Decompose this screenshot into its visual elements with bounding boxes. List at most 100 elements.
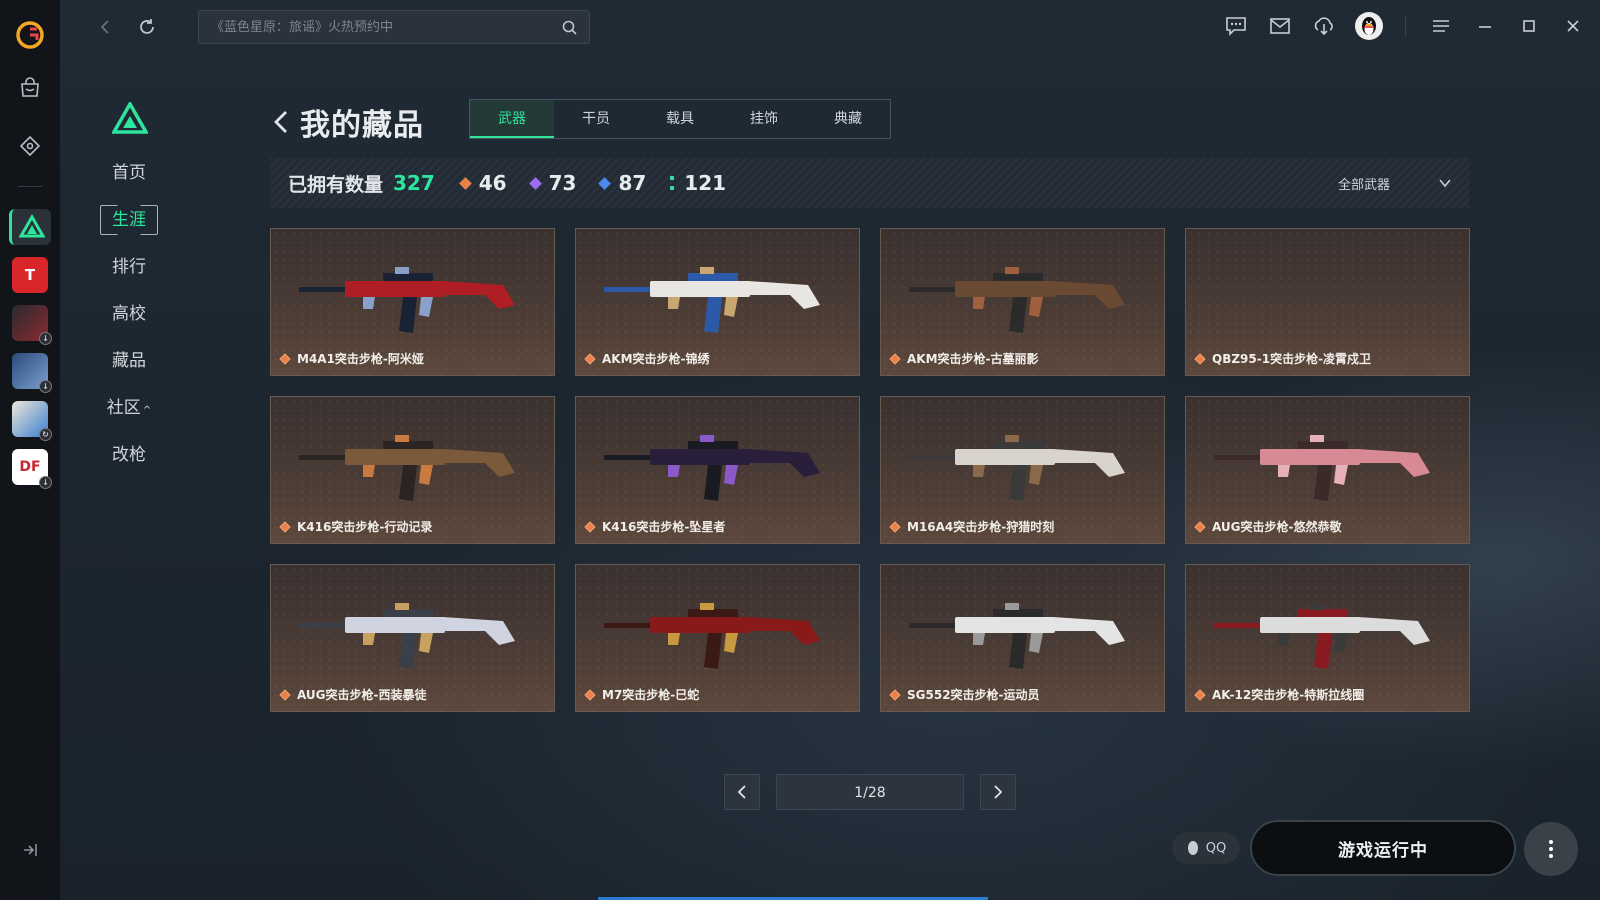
nav-item-collection[interactable]: 藏品: [100, 346, 158, 376]
weapon-card[interactable]: M7突击步枪-巳蛇: [575, 564, 860, 712]
weapon-name: M4A1突击步枪-阿米娅: [297, 352, 424, 366]
rarity-diamond-icon: [584, 688, 596, 701]
weapon-name-row: QBZ95-1突击步枪-凌霄戍卫: [1194, 350, 1372, 367]
rifle-icon: [299, 435, 515, 501]
store-icon[interactable]: [10, 68, 50, 108]
rifle-icon: [909, 267, 1125, 333]
game-mech[interactable]: ↓: [12, 305, 52, 345]
game-delta-force[interactable]: [9, 209, 51, 245]
weapon-card[interactable]: AUG突击步枪-悠然恭敬: [1185, 396, 1470, 544]
rifle-icon: [909, 603, 1125, 669]
weapon-card[interactable]: AUG突击步枪-西装暴徒: [270, 564, 555, 712]
close-button[interactable]: [1560, 13, 1586, 39]
user-avatar[interactable]: [1355, 12, 1383, 40]
weapon-name: QBZ95-1突击步枪-凌霄戍卫: [1212, 352, 1372, 366]
nav-item-ranking[interactable]: 排行: [100, 252, 158, 282]
rarity-diamond-icon: [1194, 688, 1206, 701]
nav-item-career[interactable]: 生涯: [100, 205, 158, 235]
delta-force-logo-icon: [112, 102, 148, 134]
back-arrow-icon[interactable]: [272, 109, 290, 135]
weapon-card[interactable]: M4A1突击步枪-阿米娅: [270, 228, 555, 376]
nav-item-home[interactable]: 首页: [100, 158, 158, 188]
next-page-button[interactable]: [980, 774, 1016, 810]
page-indicator: 1/28: [776, 774, 964, 810]
weapon-card[interactable]: SG552突击步枪-运动员: [880, 564, 1165, 712]
game-running-button[interactable]: 游戏运行中: [1250, 820, 1516, 876]
weapon-card[interactable]: AKM突击步枪-古墓丽影: [880, 228, 1165, 376]
dots-green-icon: [670, 176, 675, 190]
game-df[interactable]: DF ↓: [12, 449, 52, 489]
weapon-filter-dropdown[interactable]: 全部武器: [1338, 158, 1452, 208]
rifle-icon: [299, 603, 515, 669]
tab-charms[interactable]: 挂饰: [722, 100, 806, 138]
weapon-name-row: AUG突击步枪-西装暴徒: [279, 686, 427, 703]
tier-blue-count: 87: [598, 171, 646, 195]
download-button[interactable]: [1311, 13, 1337, 39]
top-actions: [1223, 12, 1586, 40]
rifle-icon: [604, 435, 820, 501]
weapon-card[interactable]: QBZ95-1突击步枪-凌霄戍卫: [1185, 228, 1470, 376]
tier-purple-count: 73: [528, 171, 576, 195]
weapon-name-row: M16A4突击步枪-狩猎时刻: [889, 518, 1055, 535]
nav-item-gun-mod[interactable]: 改枪: [100, 440, 158, 470]
weapon-card[interactable]: M16A4突击步枪-狩猎时刻: [880, 396, 1165, 544]
category-tabs: 武器 干员 载具 挂饰 典藏: [469, 99, 891, 139]
weapon-card[interactable]: K416突击步枪-坠星者: [575, 396, 860, 544]
owned-count-total: 327: [393, 171, 435, 195]
nav-item-community[interactable]: 社区 ^: [100, 393, 158, 423]
rarity-diamond-icon: [279, 688, 291, 701]
prev-page-button[interactable]: [724, 774, 760, 810]
tab-weapons[interactable]: 武器: [470, 100, 554, 138]
maximize-button[interactable]: [1516, 13, 1542, 39]
refresh-button[interactable]: [132, 12, 162, 42]
weapon-name: AK-12突击步枪-特斯拉线圈: [1212, 688, 1365, 702]
minimize-icon: [1479, 26, 1491, 28]
weapon-name: M16A4突击步枪-狩猎时刻: [907, 520, 1055, 534]
download-badge-icon: ↓: [39, 476, 52, 489]
back-button[interactable]: [90, 12, 120, 42]
app-rail: T ↓ ↓ ↻ DF ↓: [0, 0, 60, 900]
app-logo-icon[interactable]: [15, 20, 45, 50]
download-badge-icon: ↓: [39, 332, 52, 345]
chat-button[interactable]: [1223, 13, 1249, 39]
more-options-button[interactable]: [1524, 822, 1578, 876]
rarity-diamond-icon: [279, 352, 291, 365]
diamond-orange-icon: [458, 176, 472, 190]
weapon-card[interactable]: AKM突击步枪-锦绣: [575, 228, 860, 376]
rarity-diamond-icon: [584, 520, 596, 533]
owned-count-label: 已拥有数量: [288, 173, 384, 196]
weapon-name-row: SG552突击步枪-运动员: [889, 686, 1040, 703]
search-input[interactable]: [211, 19, 562, 35]
tag-icon[interactable]: [10, 126, 50, 166]
weapon-card[interactable]: K416突击步枪-行动记录: [270, 396, 555, 544]
weapon-card[interactable]: AK-12突击步枪-特斯拉线圈: [1185, 564, 1470, 712]
tab-vehicles[interactable]: 载具: [638, 100, 722, 138]
rifle-icon: [909, 435, 1125, 501]
weapon-name: SG552突击步枪-运动员: [907, 688, 1040, 702]
tier-green-value: 121: [684, 171, 727, 195]
minimize-button[interactable]: [1472, 13, 1498, 39]
game-blue[interactable]: ↓: [12, 353, 52, 393]
nav-item-college[interactable]: 高校: [100, 299, 158, 329]
menu-button[interactable]: [1428, 13, 1454, 39]
tab-collection[interactable]: 典藏: [806, 100, 890, 138]
search-box[interactable]: [198, 10, 590, 44]
mail-icon: [1270, 18, 1290, 34]
weapon-name-row: AKM突击步枪-锦绣: [584, 350, 710, 367]
collapse-rail-icon[interactable]: [20, 840, 40, 860]
game-tt[interactable]: T: [12, 257, 48, 293]
weapon-name-row: AK-12突击步枪-特斯拉线圈: [1194, 686, 1365, 703]
search-icon[interactable]: [562, 20, 577, 35]
rarity-diamond-icon: [584, 352, 596, 365]
download-icon: [1314, 17, 1333, 36]
maximize-icon: [1523, 20, 1535, 32]
game-chibi[interactable]: ↻: [12, 401, 52, 441]
update-badge-icon: ↻: [39, 428, 52, 441]
weapon-name-row: M7突击步枪-巳蛇: [584, 686, 699, 703]
weapon-name-row: K416突击步枪-行动记录: [279, 518, 432, 535]
chevron-left-icon: [100, 20, 109, 34]
chevron-up-icon: ^: [142, 405, 152, 416]
mail-button[interactable]: [1267, 13, 1293, 39]
qq-button[interactable]: QQ: [1172, 832, 1240, 864]
tab-operators[interactable]: 干员: [554, 100, 638, 138]
